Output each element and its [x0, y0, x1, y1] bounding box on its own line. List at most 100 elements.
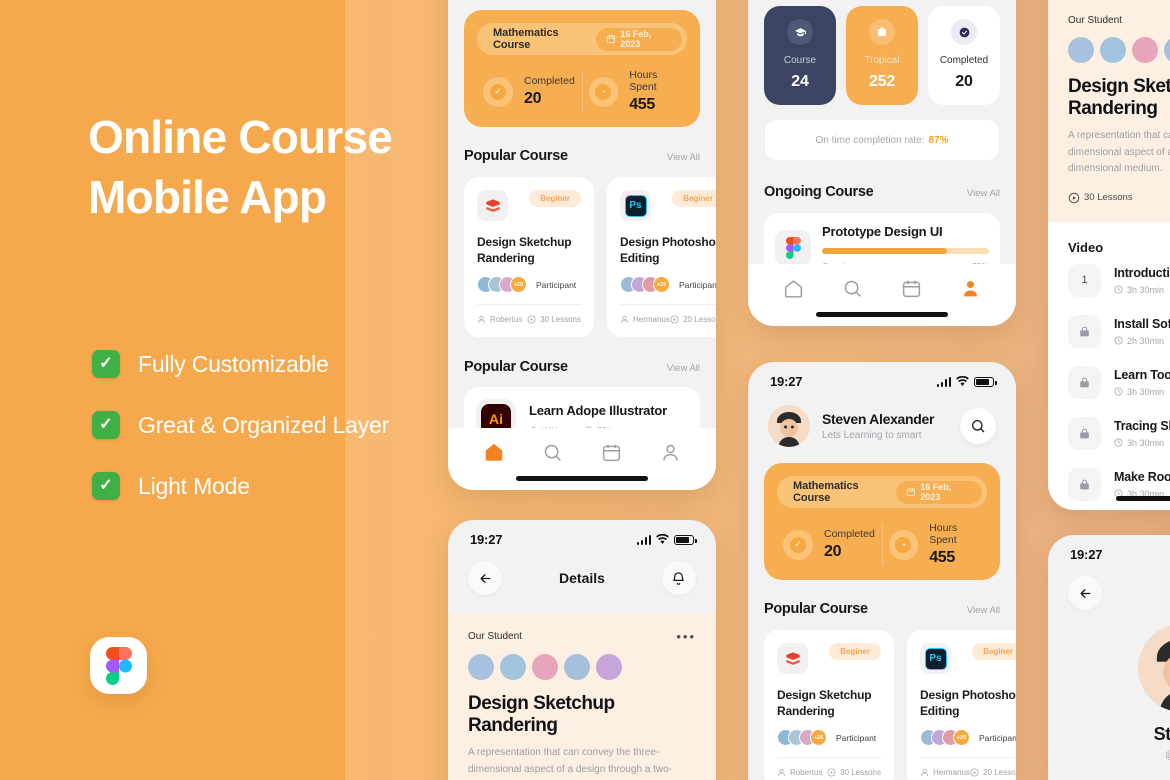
profile-page-name: Steven [1153, 724, 1170, 744]
course-title: Design Sketchup Randering [777, 688, 872, 718]
profile-icon[interactable] [660, 441, 682, 463]
summary-stats: ✓ Completed 20 ◔ Hours Spent 455 [777, 522, 987, 567]
figma-logo-icon [90, 637, 147, 694]
stat-label: Tropical [864, 55, 900, 66]
feature-item: ✓ Great & Organized Layer [92, 411, 389, 439]
view-all-link[interactable]: View All [967, 188, 1000, 199]
ongoing-title: Prototype Design UI [822, 224, 943, 239]
stat-label: Completed [939, 55, 989, 66]
avatar-stack: +25 [920, 729, 970, 747]
avatar [500, 654, 526, 680]
course-participants: +25 Participant [620, 276, 716, 306]
feature-label: Great & Organized Layer [138, 411, 390, 438]
avatar-overflow-count: +25 [953, 729, 970, 747]
view-all-link[interactable]: View All [667, 363, 700, 374]
avatar [1068, 37, 1094, 63]
hero-title-line2: Mobile App [88, 170, 327, 223]
details-header: Details [448, 551, 716, 595]
summary-stat-completed: ✓ Completed 20 [477, 75, 582, 108]
calendar-icon [906, 488, 915, 497]
status-bar: 19:27 [1048, 535, 1170, 566]
play-circle-icon [827, 768, 836, 777]
course-card[interactable]: Beginer Design Sketchup Randering +25 Pa… [764, 630, 894, 780]
hero-title-block: Online Course Mobile App [88, 108, 448, 228]
wide-course-title: Learn Adope Illustrator [529, 403, 667, 419]
play-circle-icon [970, 768, 979, 777]
level-badge: Beginer [972, 643, 1016, 660]
course-card-header: Ps Beginer [920, 643, 1016, 674]
stat-card-completed[interactable]: Completed 20 [928, 6, 1000, 105]
our-student-row: Our Student [1068, 15, 1170, 26]
battery-full-icon [674, 534, 697, 545]
home-indicator [516, 476, 648, 481]
video-duration: 2h 30min [1114, 336, 1170, 346]
course-card[interactable]: Ps Beginer Design Photoshop Editing +25 … [907, 630, 1016, 780]
level-badge: Beginer [829, 643, 881, 660]
details-meta: 30 Lessons [1068, 192, 1170, 204]
course-title: Design Sketchup Randering [477, 235, 572, 265]
summary-course-pill[interactable]: Mathematics Course 16 Feb, 2023 [477, 23, 687, 55]
section-header-popular-1: Popular Course View All [464, 148, 700, 164]
notification-button[interactable] [661, 561, 696, 595]
summary-date-text: 16 Feb, 2023 [620, 29, 652, 49]
course-lessons: 20 Lessons [970, 768, 1016, 777]
video-list-item[interactable]: Make Room 3h 30min [1068, 459, 1170, 510]
avatar-overflow-count: +25 [653, 276, 670, 294]
back-button[interactable] [468, 561, 502, 595]
section-title: Ongoing Course [764, 184, 874, 200]
video-list-item[interactable]: Tracing Sketch 3h 30min [1068, 408, 1170, 459]
view-all-link[interactable]: View All [967, 605, 1000, 616]
lesson-hero-card: Our Student Design Sketchup Randering A … [1048, 0, 1170, 222]
summary-date-chip: 16 Feb, 2023 [595, 27, 682, 51]
our-student-row: Our Student ••• [468, 630, 696, 643]
back-button[interactable] [1068, 576, 1102, 610]
ellipsis-icon[interactable]: ••• [676, 630, 696, 643]
summary-stat-value: 20 [524, 90, 542, 107]
summary-stat-label: Completed [524, 75, 575, 87]
search-icon[interactable] [542, 441, 564, 463]
home-icon[interactable] [483, 441, 505, 463]
calendar-icon[interactable] [901, 277, 923, 299]
summary-card: Mathematics Course 16 Feb, 2023 ✓ Comple… [464, 10, 700, 127]
clock-icon [1114, 336, 1123, 345]
arrow-left-icon [1080, 588, 1090, 598]
video-list-item[interactable]: 1 Introduction 3h 30min [1068, 255, 1170, 306]
course-author: Hermanus [620, 315, 670, 324]
search-icon[interactable] [842, 277, 864, 299]
home-icon[interactable] [783, 277, 805, 299]
our-student-label: Our Student [468, 631, 522, 642]
completion-rate-value: 87% [928, 134, 949, 146]
section-header-ongoing: Ongoing Course View All [764, 184, 1000, 200]
course-card[interactable]: Ps Beginer Design Photoshop Editing +25 … [607, 177, 716, 338]
course-participants: +25 Participant [477, 276, 581, 306]
video-title: Learn Tools [1114, 367, 1170, 382]
course-meta: Hermanus 20 Lessons [620, 315, 716, 324]
summary-course-pill[interactable]: Mathematics Course 16 Feb, 2023 [777, 476, 987, 508]
status-icons [636, 534, 697, 545]
course-card-header: Beginer [777, 643, 881, 674]
poster-stage: Online Course Mobile App ✓ Fully Customi… [0, 0, 1170, 780]
figma-icon [775, 229, 811, 266]
section-title: Popular Course [764, 601, 868, 617]
video-list-item[interactable]: Install Software 2h 30min [1068, 306, 1170, 357]
stat-card-tropical[interactable]: Tropical 252 [846, 6, 918, 105]
course-card-header: Beginer [477, 190, 581, 221]
play-circle-icon [1068, 192, 1080, 203]
clock-icon [1114, 387, 1123, 396]
video-title: Tracing Sketch [1114, 418, 1170, 433]
summary-stat-completed: ✓ Completed 20 [777, 528, 882, 561]
photoshop-icon: Ps [620, 190, 651, 221]
cellular-signal-icon [636, 534, 651, 545]
stat-card-course[interactable]: Course 24 [764, 6, 836, 105]
course-card[interactable]: Beginer Design Sketchup Randering +25 Pa… [464, 177, 594, 338]
calendar-icon[interactable] [601, 441, 623, 463]
summary-stat-hours: ◔ Hours Spent 455 [583, 69, 688, 114]
user-icon [920, 768, 929, 777]
view-all-link[interactable]: View All [667, 152, 700, 163]
feature-label: Light Mode [138, 472, 250, 499]
avatar[interactable] [768, 405, 810, 447]
play-circle-icon [670, 315, 679, 324]
search-button[interactable] [960, 408, 996, 444]
profile-icon[interactable] [960, 277, 982, 299]
video-list-item[interactable]: Learn Tools 3h 30min [1068, 357, 1170, 408]
